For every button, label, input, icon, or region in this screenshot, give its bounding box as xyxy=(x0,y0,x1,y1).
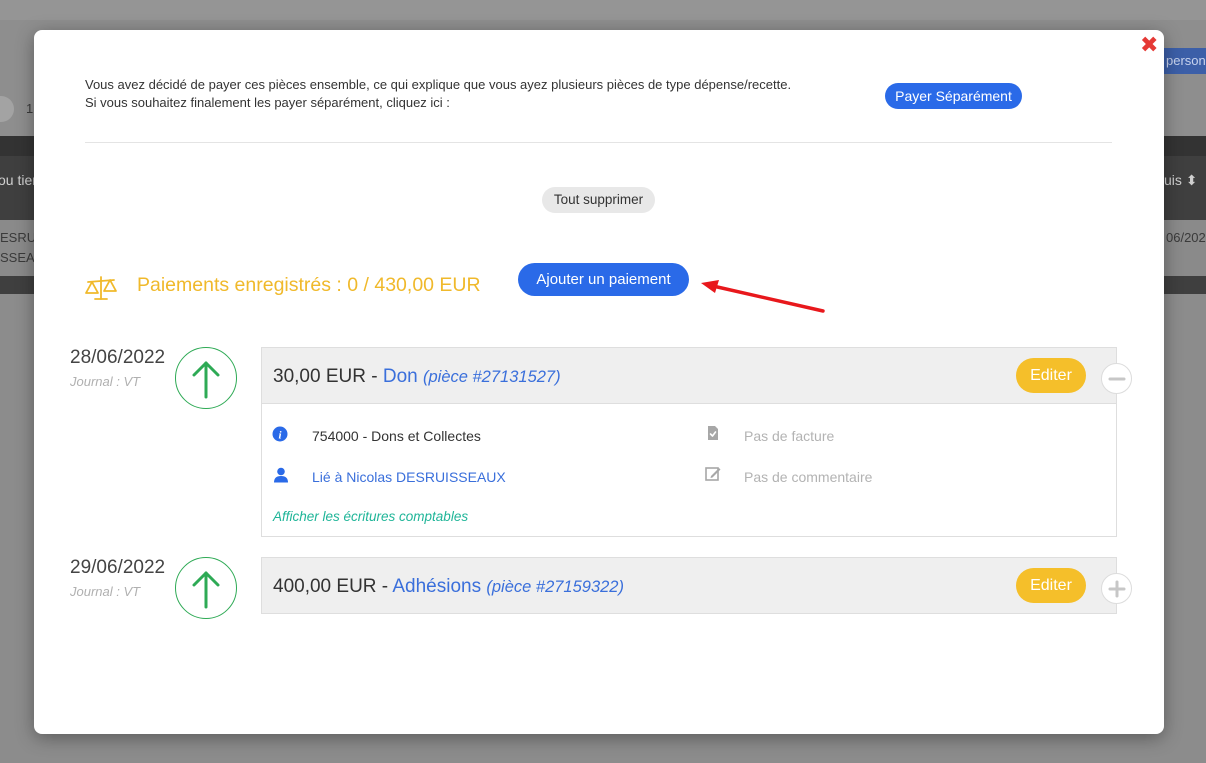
entry-journal: Journal : VT xyxy=(70,374,141,389)
linked-contact-link[interactable]: Lié à Nicolas DESRUISSEAUX xyxy=(312,469,506,485)
show-accounting-entries-link[interactable]: Afficher les écritures comptables xyxy=(273,509,468,524)
entry-amount: 30,00 EUR xyxy=(273,366,366,387)
income-direction-badge xyxy=(175,557,237,619)
account-label: 754000 - Dons et Collectes xyxy=(312,428,481,444)
expand-button[interactable] xyxy=(1101,573,1132,604)
background-page-number: 1 xyxy=(26,101,34,116)
collapse-button[interactable] xyxy=(1101,363,1132,394)
pay-separately-button[interactable]: Payer Séparément xyxy=(885,83,1022,109)
entry-category: Adhésions xyxy=(392,576,482,597)
edit-button[interactable]: Editer xyxy=(1016,568,1086,603)
entry-category: Don xyxy=(382,366,418,387)
background-top-right-button: person xyxy=(1160,48,1206,74)
invoice-status: Pas de facture xyxy=(744,428,835,444)
background-row-date: 06/202 xyxy=(1166,230,1206,245)
edit-button[interactable]: Editer xyxy=(1016,358,1086,393)
entry-header[interactable]: 400,00 EUR - Adhésions (pièce #27159322)… xyxy=(261,557,1117,614)
edit-note-icon xyxy=(705,467,721,481)
entry-title: 30,00 EUR - Don (pièce #27131527) xyxy=(273,366,561,388)
entry-date: 28/06/2022 xyxy=(70,347,166,368)
entry-journal: Journal : VT xyxy=(70,584,141,599)
entry-separator: - xyxy=(365,366,383,387)
grouped-payment-modal: ✖ Vous avez décidé de payer ces pièces e… xyxy=(34,30,1164,734)
entry-title: 400,00 EUR - Adhésions (pièce #27159322) xyxy=(273,576,624,598)
background-header-right-label: uis xyxy=(1164,172,1182,188)
user-icon xyxy=(274,467,288,483)
divider xyxy=(85,142,1112,143)
entry-separator: - xyxy=(376,576,393,597)
entry-reference: (pièce #27131527) xyxy=(422,368,561,386)
entry-header[interactable]: 30,00 EUR - Don (pièce #27131527) Editer xyxy=(261,347,1117,404)
comment-status: Pas de commentaire xyxy=(744,469,873,485)
annotation-arrow-icon xyxy=(701,280,825,313)
entry-amount: 400,00 EUR xyxy=(273,576,377,597)
file-check-icon xyxy=(708,426,718,440)
entry-reference: (pièce #27159322) xyxy=(486,578,624,596)
background-top-bar xyxy=(0,0,1206,20)
intro-line-2: Si vous souhaitez finalement les payer s… xyxy=(85,95,450,110)
add-payment-button[interactable]: Ajouter un paiement xyxy=(518,263,689,296)
delete-all-button[interactable]: Tout supprimer xyxy=(542,187,655,213)
info-icon: i xyxy=(272,426,288,442)
entry-date: 29/06/2022 xyxy=(70,557,166,578)
balance-scale-icon xyxy=(85,276,117,300)
close-icon[interactable]: ✖ xyxy=(1140,34,1158,56)
payments-recorded-label: Paiements enregistrés : 0 / 430,00 EUR xyxy=(137,274,481,296)
minus-icon xyxy=(1108,377,1126,381)
arrow-up-icon xyxy=(192,571,220,609)
income-direction-badge xyxy=(175,347,237,409)
intro-line-1: Vous avez décidé de payer ces pièces ens… xyxy=(85,77,792,92)
background-header-right: uis ⬍ xyxy=(1164,172,1198,189)
plus-icon xyxy=(1108,580,1126,598)
arrow-up-icon xyxy=(192,361,220,399)
sort-icon: ⬍ xyxy=(1185,172,1198,188)
intro-text: Vous avez décidé de payer ces pièces ens… xyxy=(85,76,791,112)
entry-details: i 754000 - Dons et Collectes Lié à Nicol… xyxy=(261,404,1117,537)
